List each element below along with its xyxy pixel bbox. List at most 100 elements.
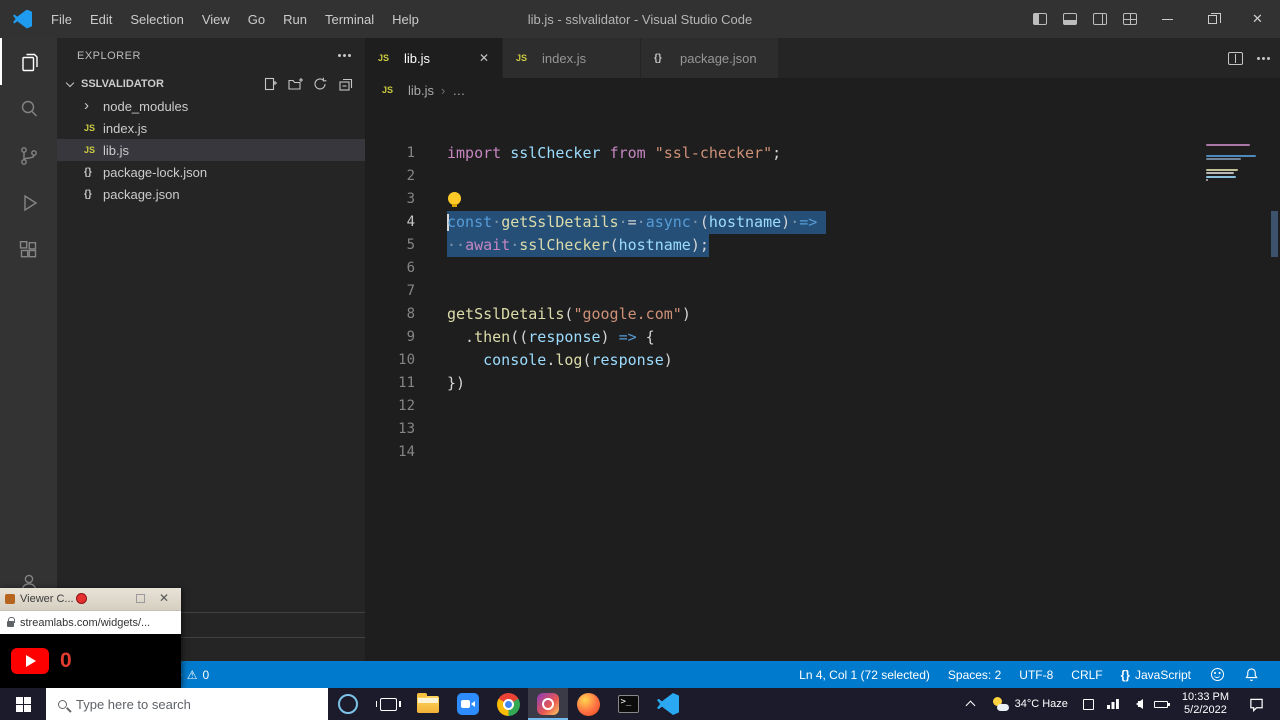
breadcrumb[interactable]: JS lib.js › … [365,78,1280,102]
line-number[interactable]: 8 [365,303,415,326]
menu-file[interactable]: File [42,12,81,27]
overlay-address-bar[interactable]: streamlabs.com/widgets/... [0,610,181,634]
file-item-lib.js[interactable]: JSlib.js [57,139,365,161]
action-center-button[interactable] [1238,688,1274,720]
vscode-button[interactable] [648,688,688,720]
taskbar-search[interactable] [46,688,328,720]
new-folder-icon[interactable] [287,76,303,92]
menu-edit[interactable]: Edit [81,12,121,27]
zoom-button[interactable] [448,688,488,720]
close-button[interactable]: ✕ [1235,0,1280,38]
activity-source-control-icon[interactable] [0,132,57,179]
overlay-close-icon[interactable]: ✕ [159,591,169,605]
lightbulb-icon[interactable] [448,192,461,205]
weather-widget[interactable]: 34°C Haze [984,688,1077,720]
toggle-panel-icon[interactable] [1063,13,1077,25]
activity-explorer-icon[interactable] [0,38,57,85]
tray-volume-button[interactable] [1125,688,1149,720]
notifications-button[interactable] [1234,661,1268,688]
terminal-button[interactable] [608,688,648,720]
explorer-more-actions-icon[interactable] [338,54,341,57]
status-eol[interactable]: CRLF [1062,668,1111,682]
line-number[interactable]: 3 [365,188,415,211]
tab-index.js[interactable]: JSindex.js [503,38,641,78]
taskbar-clock[interactable]: 10:33 PM 5/2/2022 [1173,691,1238,717]
start-button[interactable] [0,688,46,720]
warnings-icon: ⚠ [187,668,198,682]
streamlabs-button[interactable] [528,688,568,720]
line-number[interactable]: 6 [365,257,415,280]
status-encoding[interactable]: UTF-8 [1010,668,1062,682]
minimap[interactable] [1206,144,1264,193]
activity-run-debug-icon[interactable] [0,179,57,226]
restore-button[interactable] [1190,0,1235,38]
code-text[interactable]: }) [447,372,465,395]
split-editor-icon[interactable] [1228,52,1243,65]
line-number[interactable]: 4 [365,211,415,234]
refresh-icon[interactable] [312,76,328,92]
language-mode[interactable]: {} JavaScript [1112,668,1200,682]
search-input[interactable] [76,697,296,712]
line-number[interactable]: 12 [365,395,415,418]
code-token [646,144,655,162]
menu-selection[interactable]: Selection [121,12,192,27]
code-text[interactable]: const·getSslDetails·=·async·(hostname)·=… [447,211,826,234]
tab-lib.js[interactable]: JSlib.js✕ [365,38,503,78]
show-hidden-icons-button[interactable] [958,688,984,720]
folder-section-header[interactable]: SSLVALIDATOR [57,73,365,95]
menu-help[interactable]: Help [383,12,428,27]
menu-view[interactable]: View [193,12,239,27]
file-item-package.json[interactable]: {}package.json [57,183,365,205]
collapse-all-icon[interactable] [337,76,353,92]
tab-package.json[interactable]: {}package.json [641,38,779,78]
editor-scrollbar[interactable] [1268,142,1280,661]
new-file-icon[interactable] [262,76,278,92]
code-text[interactable]: .then((response) => { [447,326,655,349]
code-text[interactable]: import sslChecker from "ssl-checker"; [447,142,781,165]
code-text[interactable]: ··await·sslChecker(hostname); [447,234,709,257]
tray-network-button[interactable] [1101,688,1125,720]
file-item-index.js[interactable]: JSindex.js [57,117,365,139]
task-view-button[interactable] [368,688,408,720]
line-number[interactable]: 13 [365,418,415,441]
activity-search-icon[interactable] [0,85,57,132]
tray-window-button[interactable] [1077,688,1101,720]
tray-battery-button[interactable] [1149,688,1173,720]
line-number[interactable]: 11 [365,372,415,395]
code-area[interactable]: 1 import sslChecker from "ssl-checker"; 23… [365,142,1260,464]
toggle-secondary-sidebar-icon[interactable] [1093,13,1107,25]
toggle-sidebar-icon[interactable] [1033,13,1047,25]
editor-more-actions-icon[interactable] [1257,57,1260,60]
file-explorer-button[interactable] [408,688,448,720]
menu-go[interactable]: Go [239,12,274,27]
line-number[interactable]: 10 [365,349,415,372]
system-tray: 34°C Haze 10:33 PM 5/2/2022 [958,688,1280,720]
minimize-button[interactable] [1145,0,1190,38]
line-number[interactable]: 9 [365,326,415,349]
feedback-button[interactable] [1200,661,1234,688]
menu-run[interactable]: Run [274,12,316,27]
activity-extensions-icon[interactable] [0,226,57,273]
line-number[interactable]: 7 [365,280,415,303]
customize-layout-icon[interactable] [1123,13,1137,25]
line-number[interactable]: 1 [365,142,415,165]
overlay-maximize-icon[interactable] [136,594,145,603]
line-number[interactable]: 14 [365,441,415,464]
file-item-package-lock.json[interactable]: {}package-lock.json [57,161,365,183]
firefox-button[interactable] [568,688,608,720]
status-indentation[interactable]: Spaces: 2 [939,668,1010,682]
line-number[interactable]: 2 [365,165,415,188]
cortana-button[interactable] [328,688,368,720]
chrome-button[interactable] [488,688,528,720]
code-line: 1 import sslChecker from "ssl-checker"; [365,142,1260,165]
close-icon[interactable]: ✕ [471,51,489,65]
breadcrumb-file[interactable]: lib.js [408,83,434,98]
file-item-node_modules[interactable]: ›node_modules [57,95,365,117]
code-text[interactable]: getSslDetails("google.com") [447,303,691,326]
code-text[interactable]: console.log(response) [447,349,673,372]
overlay-titlebar[interactable]: Viewer C... ✕ [0,588,181,610]
status-cursor-position[interactable]: Ln 4, Col 1 (72 selected) [790,668,939,682]
menu-terminal[interactable]: Terminal [316,12,383,27]
line-number[interactable]: 5 [365,234,415,257]
breadcrumb-more[interactable]: … [452,83,465,98]
